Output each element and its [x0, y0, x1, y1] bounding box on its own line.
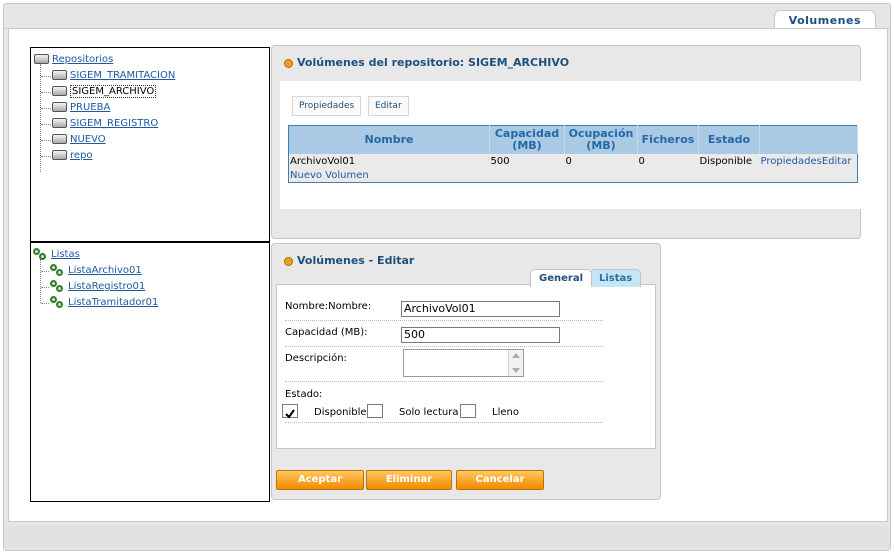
tree-item-label[interactable]: ListaTramitador01 [68, 297, 158, 308]
volumes-panel-title-text: Volúmenes del repositorio: SIGEM_ARCHIVO [297, 56, 570, 69]
capacity-input[interactable] [401, 327, 560, 343]
volumes-table: Nombre Capacidad (MB) Ocupación (MB) Fic… [288, 125, 858, 183]
gears-icon [33, 248, 48, 260]
tree-item-label[interactable]: SIGEM_TRAMITACION [70, 70, 175, 81]
tree-item-prueba[interactable]: PRUEBA [52, 101, 110, 115]
textarea-scrollbar[interactable] [508, 350, 523, 376]
name-input[interactable] [401, 301, 560, 317]
tab-general[interactable]: General [530, 269, 592, 287]
column-header-capacidad[interactable]: Capacidad (MB) [489, 125, 565, 154]
tree-item-label[interactable]: PRUEBA [70, 102, 110, 113]
drive-icon [52, 86, 67, 96]
cell-status: Disponible [698, 154, 760, 168]
tab-listas[interactable]: Listas [590, 269, 642, 287]
bullet-icon [284, 58, 293, 68]
app-window: Volumenes Repositorios SIGEM_TRAMITACION… [3, 3, 891, 551]
status-label: Estado: [285, 389, 323, 400]
full-label: Lleno [492, 407, 519, 418]
scroll-down-icon[interactable] [512, 368, 520, 373]
volumes-panel-body: Propiedades Editar Nombre Capacidad (MB)… [280, 81, 861, 209]
table-row[interactable]: ArchivoVol01 500 0 0 Disponible Propieda… [288, 154, 858, 168]
scroll-up-icon[interactable] [512, 353, 520, 358]
tree-item-lista-tramitador[interactable]: ListaTramitador01 [50, 296, 158, 310]
tree-root-listas[interactable]: Listas [33, 248, 80, 262]
readonly-label: Solo lectura [399, 407, 459, 418]
tree-item-label-selected[interactable]: SIGEM_ARCHIVO [70, 85, 157, 98]
cell-files: 0 [637, 154, 699, 168]
readonly-checkbox[interactable] [367, 404, 383, 418]
available-label: Disponible [314, 407, 367, 418]
divider [285, 422, 603, 423]
bottom-strip [4, 526, 890, 550]
lists-tree: Listas ListaArchivo01 ListaRegistro01 Li… [30, 242, 270, 502]
delete-button[interactable]: Eliminar [366, 470, 452, 490]
drive-icon [52, 134, 67, 144]
volumes-panel-title: Volúmenes del repositorio: SIGEM_ARCHIVO [284, 56, 569, 69]
divider [285, 320, 603, 321]
name-label: Nombre:Nombre: [285, 301, 372, 312]
full-checkbox[interactable] [460, 404, 476, 418]
check-icon [285, 409, 295, 419]
tree-item-lista-archivo[interactable]: ListaArchivo01 [50, 264, 142, 278]
edit-panel-title: Volúmenes - Editar [284, 254, 414, 267]
accept-button[interactable]: Aceptar [276, 470, 364, 490]
tree-item-repo[interactable]: repo [52, 149, 93, 163]
cell-actions: PropiedadesEditar [759, 154, 858, 168]
tree-item-sigem-tramitacion[interactable]: SIGEM_TRAMITACION [52, 69, 175, 83]
tree-root-repositorios[interactable]: Repositorios [34, 53, 113, 67]
gears-icon [50, 296, 65, 308]
column-header-ocupacion[interactable]: Ocupación (MB) [564, 125, 638, 154]
volumes-panel: Volúmenes del repositorio: SIGEM_ARCHIVO… [271, 45, 861, 239]
cancel-button[interactable]: Cancelar [456, 470, 544, 490]
column-header-ficheros[interactable]: Ficheros [637, 125, 699, 154]
tree-item-lista-registro[interactable]: ListaRegistro01 [50, 280, 145, 294]
listas-link[interactable]: Listas [51, 249, 80, 260]
new-volume-link[interactable]: Nuevo Volumen [288, 168, 858, 183]
capacity-label: Capacidad (MB): [285, 327, 368, 338]
tree-item-label[interactable]: ListaArchivo01 [68, 265, 142, 276]
edit-button[interactable]: Editar [368, 96, 409, 116]
tree-item-sigem-registro[interactable]: SIGEM_REGISTRO [52, 117, 158, 131]
row-edit-link[interactable]: Editar [822, 156, 852, 167]
column-header-nombre[interactable]: Nombre [288, 125, 490, 154]
repositories-tree: Repositorios SIGEM_TRAMITACION SIGEM_ARC… [30, 47, 270, 242]
bullet-icon [284, 256, 293, 266]
row-properties-link[interactable]: Propiedades [761, 156, 822, 167]
column-header-estado[interactable]: Estado [698, 125, 760, 154]
gears-icon [50, 264, 65, 276]
repositorios-link[interactable]: Repositorios [52, 54, 113, 65]
drive-icon [52, 70, 67, 80]
new-volume-row: Nuevo Volumen [288, 168, 858, 183]
available-checkbox[interactable] [282, 404, 298, 419]
cell-capacity: 500 [489, 154, 565, 168]
drive-icon [52, 118, 67, 128]
tree-item-label[interactable]: repo [70, 150, 93, 161]
edit-panel-title-text: Volúmenes - Editar [297, 254, 415, 267]
drive-icon [52, 150, 67, 160]
divider [285, 346, 603, 347]
cell-occupation: 0 [564, 154, 638, 168]
drive-icon [34, 54, 49, 64]
tree-item-nuevo[interactable]: NUEVO [52, 133, 106, 147]
properties-button[interactable]: Propiedades [292, 96, 362, 116]
description-textarea[interactable] [403, 349, 524, 377]
gears-icon [50, 280, 65, 292]
content-area: Repositorios SIGEM_TRAMITACION SIGEM_ARC… [8, 28, 888, 522]
tree-item-label[interactable]: ListaRegistro01 [68, 281, 145, 292]
tree-item-label[interactable]: SIGEM_REGISTRO [70, 118, 158, 129]
edit-form: Nombre:Nombre: Capacidad (MB): Descripci… [276, 284, 656, 449]
divider [285, 381, 603, 382]
edit-panel: Volúmenes - Editar General Listas Nombre… [271, 243, 661, 500]
cell-name: ArchivoVol01 [288, 154, 490, 168]
tree-connector [40, 259, 41, 303]
description-label: Descripción: [285, 353, 347, 364]
tree-item-sigem-archivo[interactable]: SIGEM_ARCHIVO [52, 85, 157, 99]
drive-icon [52, 102, 67, 112]
column-header-actions [759, 125, 858, 154]
tree-item-label[interactable]: NUEVO [70, 134, 106, 145]
